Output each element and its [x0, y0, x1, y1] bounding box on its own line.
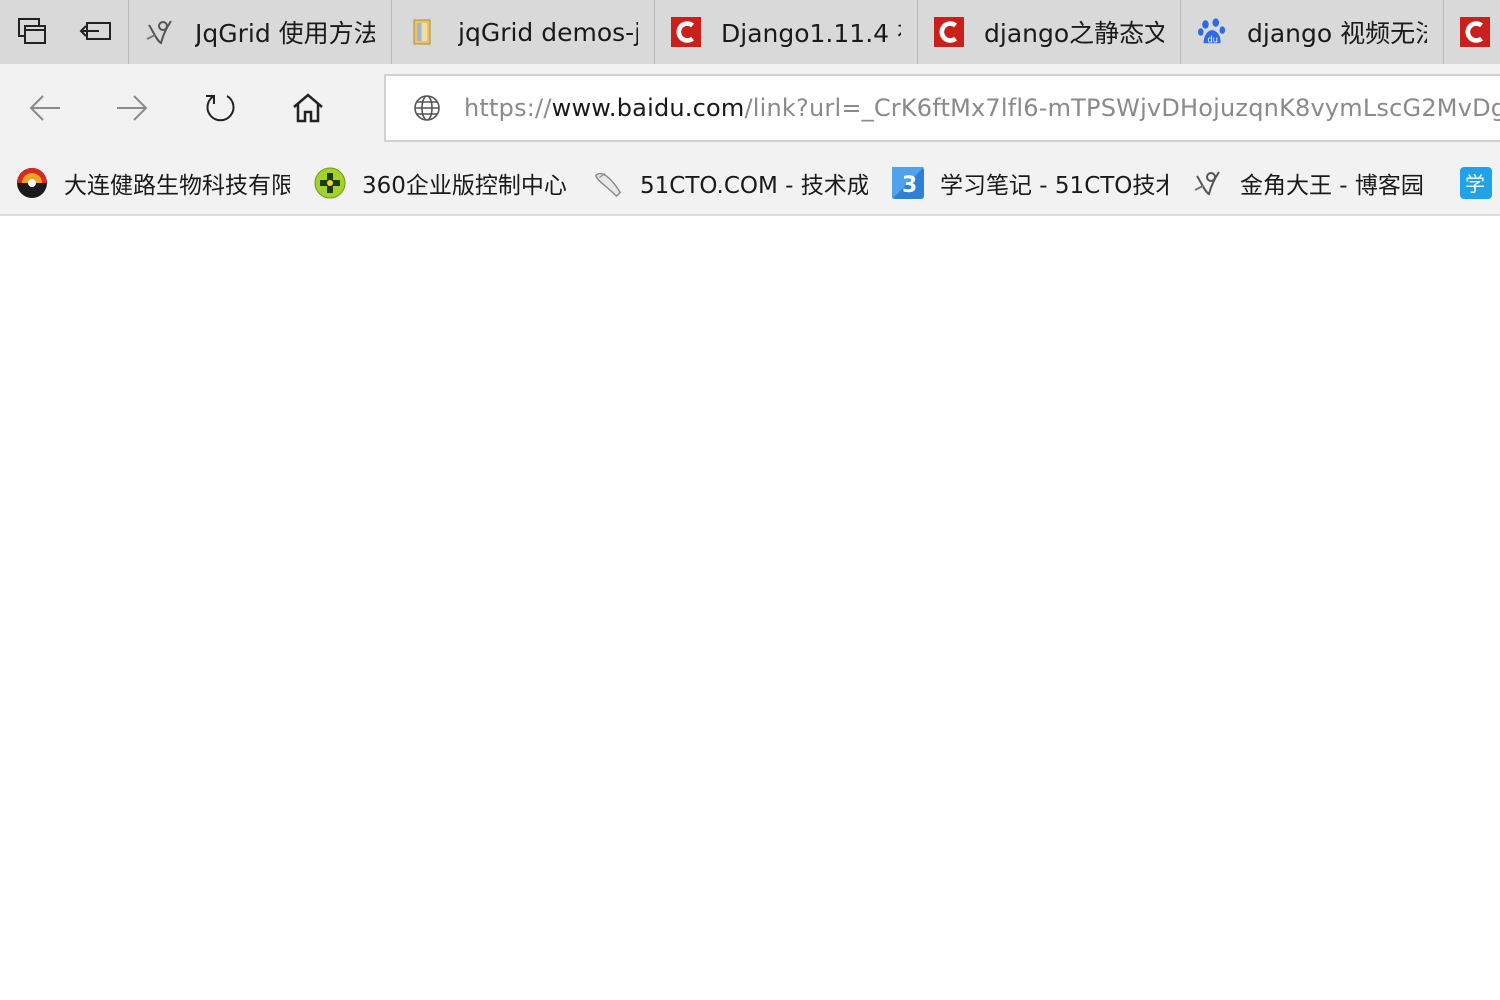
mouse-icon	[592, 167, 624, 199]
favorite-label: 360企业版控制中心	[362, 173, 567, 199]
tab-title: Django1.11.4 在	[721, 19, 901, 48]
blue-3-icon: 3	[892, 167, 924, 199]
tab-csdn-partial[interactable]	[1444, 0, 1500, 64]
back-button[interactable]	[23, 86, 67, 130]
favorite-item-partial[interactable]: 学 我	[1460, 166, 1500, 200]
csdn-icon	[934, 17, 964, 47]
globe-icon	[412, 93, 442, 123]
favorite-label: 大连健路生物科技有限	[64, 173, 290, 199]
favorite-item-study-notes[interactable]: 3 学习笔记 - 51CTO技术	[892, 166, 1168, 200]
favorite-item-jinjiao[interactable]: 金角大王 - 博客园	[1192, 166, 1436, 200]
favorite-item-51cto[interactable]: 51CTO.COM - 技术成	[592, 166, 868, 200]
url-scheme: https://	[464, 94, 552, 122]
tab-jqgrid-demos[interactable]: jqGrid demos-jq	[392, 0, 655, 64]
tab-preview-button[interactable]	[0, 0, 64, 64]
favorite-label: 51CTO.COM - 技术成	[640, 173, 868, 199]
cnblogs-icon	[145, 17, 175, 47]
favorite-item-360[interactable]: 360企业版控制中心	[314, 166, 568, 200]
tab-title: django之静态文	[984, 19, 1164, 48]
url-path: /link?url=_CrK6ftMx7lfl6-mTPSWjvDHojuzqn…	[744, 94, 1500, 122]
favorites-bar: 大连健路生物科技有限 360企业版控制中心 51CTO.COM - 技术成 3 …	[0, 152, 1500, 216]
svg-text:du: du	[1207, 34, 1218, 44]
forward-button[interactable]	[110, 86, 154, 130]
tab-title: jqGrid demos-jq	[458, 17, 638, 47]
page-content	[0, 218, 1500, 1000]
url-host: www.baidu.com	[551, 94, 745, 122]
cnblogs-icon	[1192, 167, 1224, 199]
company-logo-icon	[16, 167, 48, 199]
tab-django-static[interactable]: django之静态文	[918, 0, 1181, 64]
favorite-label: 金角大王 - 博客园	[1240, 173, 1424, 199]
forward-arrow-icon	[117, 95, 148, 121]
csdn-icon	[671, 17, 701, 47]
url-text: https://www.baidu.com/link?url=_CrK6ftMx…	[464, 94, 1500, 122]
svg-text:3: 3	[902, 173, 917, 198]
svg-text:学: 学	[1465, 172, 1485, 196]
tab-strip: JqGrid 使用方法 jqGrid demos-jq Django1.11.4…	[0, 0, 1500, 64]
favorite-item-dalian[interactable]: 大连健路生物科技有限	[16, 166, 290, 200]
set-aside-icon	[79, 22, 111, 40]
tab-django-video[interactable]: du django 视频无法	[1181, 0, 1444, 64]
csdn-icon	[1460, 17, 1490, 47]
refresh-icon	[206, 95, 235, 122]
folder-icon	[408, 17, 438, 47]
baidu-paw-icon: du	[1197, 17, 1227, 47]
study-icon: 学	[1460, 167, 1492, 199]
home-icon	[293, 93, 323, 123]
refresh-button[interactable]	[198, 86, 242, 130]
address-bar[interactable]: https://www.baidu.com/link?url=_CrK6ftMx…	[384, 74, 1500, 142]
stacked-windows-icon	[18, 18, 46, 44]
home-button[interactable]	[286, 86, 330, 130]
tab-jqgrid-usage[interactable]: JqGrid 使用方法	[129, 0, 392, 64]
back-arrow-icon	[29, 95, 60, 121]
favorite-label: 学习笔记 - 51CTO技术	[940, 173, 1168, 199]
tab-title: JqGrid 使用方法	[195, 19, 375, 48]
tab-title: django 视频无法	[1247, 19, 1427, 48]
navigation-bar: https://www.baidu.com/link?url=_CrK6ftMx…	[0, 64, 1500, 152]
tab-django-1-11-4[interactable]: Django1.11.4 在	[655, 0, 918, 64]
set-aside-tabs-button[interactable]	[64, 0, 128, 64]
360-plus-icon	[314, 167, 346, 199]
